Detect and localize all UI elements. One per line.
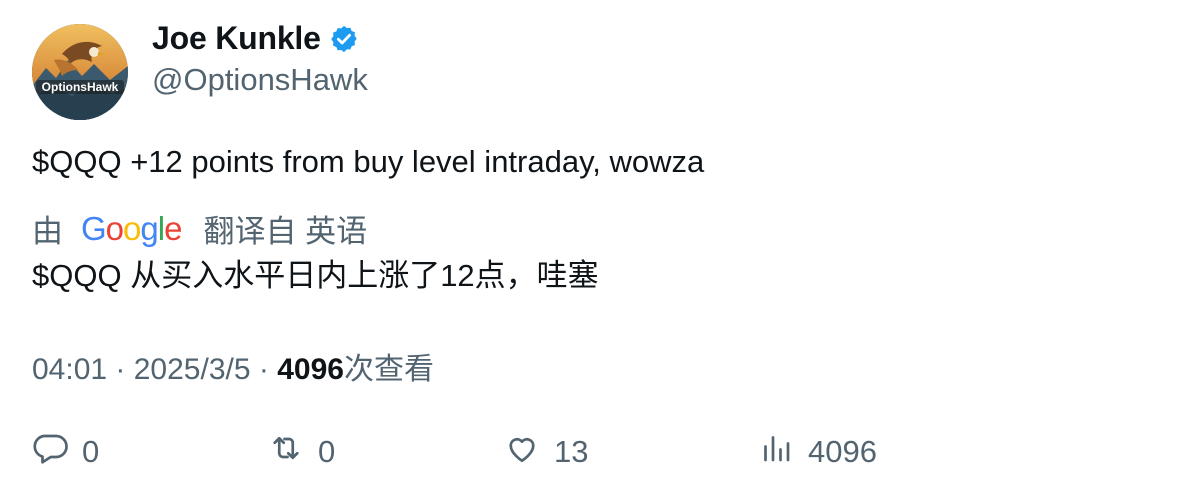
avatar[interactable]: OptionsHawk — [32, 24, 128, 120]
views-icon — [758, 430, 794, 474]
google-letter: g — [140, 209, 158, 247]
verified-badge-icon — [329, 24, 359, 54]
retweet-button[interactable]: 0 — [268, 430, 335, 474]
views-label: 次查看 — [343, 353, 434, 386]
google-letter: G — [81, 209, 107, 247]
translated-from-label: 翻译自 英语 — [203, 214, 368, 249]
author-row: Joe Kunkle — [152, 20, 359, 57]
tweet-date[interactable]: 2025/3/5 — [134, 353, 251, 387]
hawk-logo-icon — [32, 24, 128, 120]
retweet-count: 0 — [318, 434, 336, 469]
author-handle[interactable]: @OptionsHawk — [152, 62, 368, 98]
translated-by-label: 由 — [32, 214, 63, 249]
action-bar: 0 0 13 4096 — [0, 430, 1196, 480]
tweet-text: $QQQ +12 points from buy level intraday,… — [32, 144, 705, 179]
like-button[interactable]: 13 — [504, 430, 588, 474]
translation-attribution[interactable]: 由 G o o g l e 翻译自 英语 — [32, 206, 367, 251]
like-count: 13 — [554, 434, 589, 469]
meta-separator: · — [107, 353, 134, 386]
google-letter: o — [105, 209, 124, 247]
heart-icon — [504, 430, 540, 474]
google-logo: G o o g l e — [81, 209, 182, 248]
reply-button[interactable]: 0 — [32, 430, 99, 474]
reply-count: 0 — [82, 434, 100, 469]
google-letter: e — [164, 209, 182, 247]
views-count-action: 4096 — [808, 434, 877, 469]
translated-text: $QQQ 从买入水平日内上涨了12点，哇塞 — [32, 258, 599, 293]
google-letter: o — [123, 209, 141, 247]
author-name[interactable]: Joe Kunkle — [152, 20, 321, 57]
meta-separator: · — [250, 353, 278, 386]
retweet-icon — [268, 430, 304, 474]
tweet-meta: 04:01 · 2025/3/5 · 4096 次查看 — [32, 344, 434, 388]
views-button[interactable]: 4096 — [758, 430, 877, 474]
reply-icon — [32, 430, 68, 474]
views-count: 4096 — [277, 353, 344, 386]
avatar-logo-text: OptionsHawk — [41, 80, 119, 94]
tweet-time[interactable]: 04:01 — [32, 353, 107, 387]
